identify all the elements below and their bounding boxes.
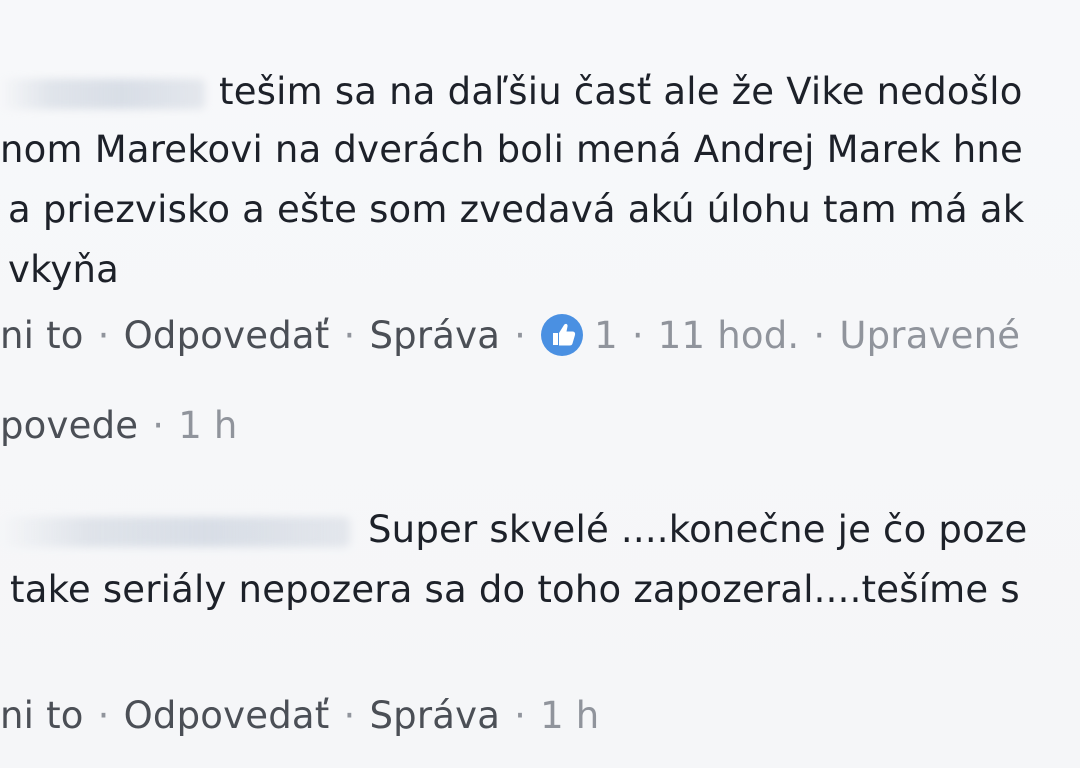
separator: · bbox=[813, 314, 826, 357]
comment1-text-line4: vkyňa bbox=[8, 248, 120, 291]
comment1-timestamp[interactable]: 11 hod. bbox=[658, 314, 800, 357]
comment2-line2: take seriály nepozera sa do toho zapozer… bbox=[0, 568, 1020, 612]
comment1-line3: a priezvisko a ešte som zvedavá akú úloh… bbox=[0, 188, 1024, 232]
comment1-edited-label[interactable]: Upravené bbox=[839, 314, 1020, 357]
comment1-line4: vkyňa bbox=[0, 248, 119, 292]
comment1-actions: ni to · Odpovedať · Správa · 1 · 11 hod. · Uprave… bbox=[0, 313, 1020, 358]
comment2-reply-link[interactable]: Odpovedať bbox=[124, 694, 330, 737]
thumbs-up-icon[interactable] bbox=[540, 313, 584, 357]
comment2-text-line1: Super skvelé ....konečne je čo poze bbox=[368, 508, 1028, 551]
comment1-message-link[interactable]: Správa bbox=[369, 314, 500, 357]
separator: · bbox=[343, 314, 356, 357]
separator: · bbox=[514, 314, 527, 357]
comment2-author-name-blurred[interactable] bbox=[0, 516, 350, 547]
separator: · bbox=[343, 694, 356, 737]
separator: · bbox=[514, 694, 527, 737]
view-replies-row: povede · 1 h bbox=[0, 404, 238, 448]
comment2-like-link[interactable]: ni to bbox=[0, 694, 84, 737]
separator: · bbox=[631, 314, 644, 357]
comment1-text-line1: tešim sa na daľšiu časť ale že Vike nedo… bbox=[219, 70, 1023, 113]
comment1-like-link[interactable]: ni to bbox=[0, 314, 84, 357]
comment2-timestamp[interactable]: 1 h bbox=[540, 694, 599, 737]
comment1-reply-link[interactable]: Odpovedať bbox=[124, 314, 330, 357]
separator: · bbox=[97, 314, 110, 357]
comment-thread: tešim sa na daľšiu časť ale že Vike nedo… bbox=[0, 0, 1080, 768]
comment1-line2: nom Marekovi na dverách boli mená Andrej… bbox=[0, 128, 1023, 172]
comment2-message-link[interactable]: Správa bbox=[369, 694, 500, 737]
comment1-text-line3: a priezvisko a ešte som zvedavá akú úloh… bbox=[8, 188, 1025, 231]
comment2-line1: Super skvelé ....konečne je čo poze bbox=[0, 508, 1028, 552]
comment1-text-line2: nom Marekovi na dverách boli mená Andrej… bbox=[0, 128, 1024, 171]
replies-timestamp: 1 h bbox=[178, 404, 238, 447]
view-replies-link[interactable]: povede bbox=[0, 404, 138, 447]
comment2-text-line2: take seriály nepozera sa do toho zapozer… bbox=[10, 568, 1020, 611]
comment2-actions: ni to · Odpovedať · Správa · 1 h bbox=[0, 694, 599, 738]
separator: · bbox=[97, 694, 110, 737]
comment1-line1: tešim sa na daľšiu časť ale že Vike nedo… bbox=[0, 70, 1023, 114]
comment1-author-name-blurred[interactable] bbox=[0, 78, 205, 109]
comment1-like-count[interactable]: 1 bbox=[584, 314, 618, 357]
separator: · bbox=[152, 404, 165, 447]
